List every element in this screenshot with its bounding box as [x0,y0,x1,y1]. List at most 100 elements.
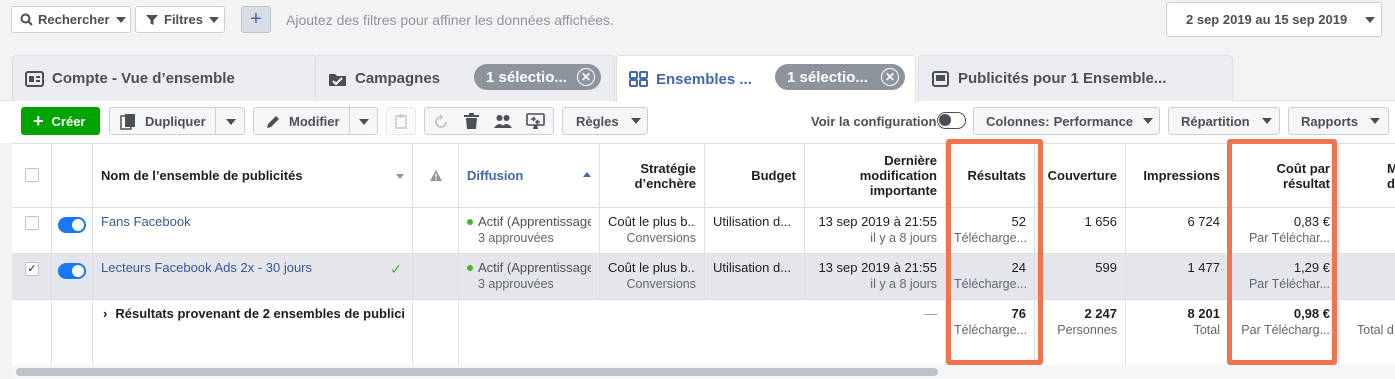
filters-label: Filtres [164,12,204,27]
row-checkbox[interactable] [25,216,39,230]
date-range-label: 2 sep 2019 au 15 sep 2019 [1186,12,1348,27]
create-label: Créer [51,113,86,129]
toolbar: + Créer Dupliquer Modifier Règles Voir l… [0,101,1395,143]
breakdown-button[interactable]: Répartition [1168,107,1280,135]
close-icon[interactable]: ✕ [881,68,899,86]
campaigns-selection-pill[interactable]: 1 sélectio... ✕ [474,64,601,90]
tab-ads[interactable]: Publicités pour 1 Ensemble... [918,55,1233,101]
adset-name-link[interactable]: Lecteurs Facebook Ads 2x - 30 jours [101,260,404,276]
chevron-down-icon [1143,118,1154,124]
pencil-icon [266,114,281,129]
clipboard-button[interactable] [386,107,416,135]
tab-label: Publicités pour 1 Ensemble... [958,70,1167,87]
total-cpr-sub: Par Télécharg... [1241,323,1330,337]
header-delivery[interactable]: Diffusion [459,144,600,208]
columns-button[interactable]: Colonnes: Performance [973,107,1160,135]
date-range-picker[interactable]: 2 sep 2019 au 15 sep 2019 [1166,2,1382,37]
breakdown-label: Répartition [1181,113,1250,129]
select-all-checkbox[interactable] [25,168,39,182]
rules-button[interactable]: Règles [562,107,648,135]
search-button[interactable]: Rechercher [11,6,131,33]
status-dot [467,265,473,271]
bid-sub: Conversions [626,277,696,291]
adset-name-link[interactable]: Fans Facebook [101,214,404,230]
cpr-sub: Par Téléchar... [1248,277,1330,291]
header-extra-label: M d [1387,161,1395,191]
header-extra[interactable]: M d [1339,144,1395,208]
header-last-edit-label: Dernière modification importante [859,153,937,198]
last-edit-date: 13 sep 2019 à 21:55 [818,214,937,229]
total-extra-sub: Total d [1357,323,1394,337]
edit-button[interactable]: Modifier [253,107,378,135]
header-reach[interactable]: Couverture [1035,144,1126,208]
header-results-label: Résultats [967,168,1026,183]
row-checkbox-checked[interactable]: ✓ [25,262,39,276]
header-delivery-label: Diffusion [467,168,524,183]
audience-icon[interactable] [494,114,512,130]
header-results[interactable]: Résultats [946,144,1035,208]
adsets-selection-pill[interactable]: 1 sélectio... ✕ [775,64,905,90]
create-button[interactable]: + Créer [21,107,100,135]
header-budget[interactable]: Budget [705,144,805,208]
reach-value: 1 656 [1084,214,1117,229]
row2-reach-cell: 599 [1035,254,1126,300]
close-icon[interactable]: ✕ [577,68,595,86]
view-config-toggle[interactable] [937,112,966,129]
chevron-down-icon[interactable] [226,119,236,125]
reports-button[interactable]: Rapports [1288,107,1389,135]
last-edit-ago: il y a 8 jours [870,277,937,291]
row1-name-cell: Fans Facebook [93,208,413,254]
header-warning [413,144,459,208]
total-reach-cell: 2 247 Personnes [1035,300,1126,365]
sort-icon [396,174,404,179]
row2-cpr-cell: 1,29 € Par Téléchar... [1229,254,1339,300]
refresh-icon[interactable] [433,114,449,130]
total-label-cell: › Résultats provenant de 2 ensembles de p… [93,300,413,365]
last-edit-date: 13 sep 2019 à 21:55 [818,260,937,275]
bid-sub: Conversions [626,231,696,245]
pill-label: 1 sélectio... [486,68,567,86]
header-cpr-label: Coût par résultat [1276,160,1330,191]
row1-last-edit-cell: 13 sep 2019 à 21:55 il y a 8 jours [805,208,946,254]
bid-strategy: Coût le plus b... [608,260,696,275]
duplicate-icon [120,113,137,130]
sort-ascending-icon [583,172,591,177]
folder-check-icon [328,71,347,87]
filter-hint: Ajoutez des filtres pour affiner les don… [286,12,614,28]
reports-label: Rapports [1301,113,1359,129]
header-last-edit[interactable]: Dernière modification importante [805,144,946,208]
chevron-down-icon[interactable] [359,119,369,125]
header-impressions[interactable]: Impressions [1126,144,1229,208]
total-label: Résultats provenant de 2 ensembles de pu… [115,306,404,321]
total-extra-cell: Total d [1339,300,1395,365]
ab-test-icon[interactable] [526,113,545,130]
results-sub: Télécharge... [954,277,1026,291]
search-icon [20,13,33,26]
header-checkbox-cell [12,144,52,208]
row-on-off-toggle[interactable] [58,217,86,233]
row1-results-cell: 52 Télécharge... [946,208,1035,254]
cpr-value: 1,29 € [1293,260,1330,275]
toggle-knob [939,114,951,126]
header-bid-strategy[interactable]: Stratégie d’enchère [600,144,705,208]
plus-icon: + [33,110,44,131]
row-on-off-toggle[interactable] [58,263,86,279]
scrollbar-thumb[interactable] [16,368,938,376]
total-reach-sub: Personnes [1057,323,1117,337]
header-cost-per-result[interactable]: Coût par résultat [1229,144,1339,208]
chevron-right-icon[interactable]: › [103,306,107,321]
adsets-table: Nom de l’ensemble de publicités Diffusio… [12,143,1395,365]
delivery-status: Actif (Apprentissage) [478,214,591,229]
header-impressions-label: Impressions [1143,168,1220,183]
add-filter-button[interactable]: + [241,6,271,33]
header-name[interactable]: Nom de l’ensemble de publicités [93,144,413,208]
tab-account-overview[interactable]: Compte - Vue d’ensemble [12,55,317,101]
filters-button[interactable]: Filtres [135,6,225,33]
duplicate-button[interactable]: Dupliquer [109,107,245,135]
total-impressions-cell: 8 201 Total [1126,300,1229,365]
horizontal-scrollbar[interactable] [12,365,1395,379]
row1-checkbox-cell [12,208,52,254]
total-results-cell: 76 Télécharge... [946,300,1035,365]
trash-icon[interactable] [464,113,479,130]
row2-name-cell: Lecteurs Facebook Ads 2x - 30 jours ✓ [93,254,413,300]
